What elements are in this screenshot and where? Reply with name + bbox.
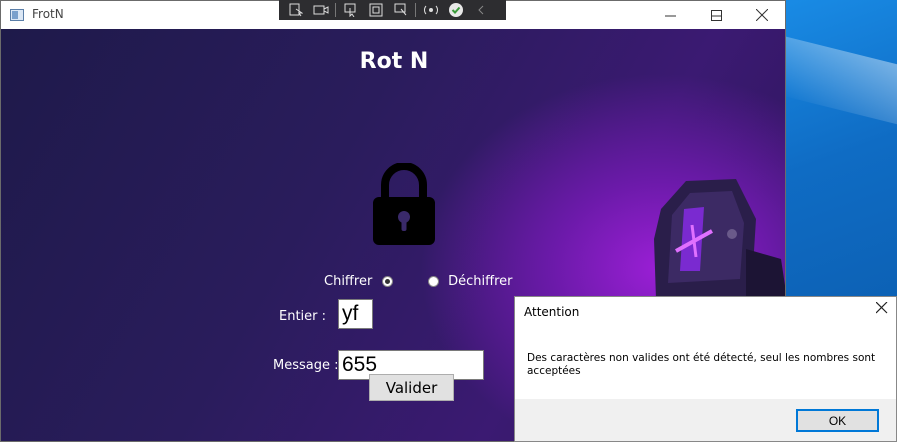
debug-toolbar	[279, 0, 506, 20]
message-label: Message :	[273, 358, 339, 373]
radio-decrypt-button[interactable]	[428, 276, 439, 287]
close-btn[interactable]	[739, 1, 785, 29]
pointer-icon[interactable]	[338, 0, 363, 20]
ok-button[interactable]: OK	[796, 409, 879, 432]
page-title: Rot N	[359, 49, 429, 74]
ninja-mascot-icon	[654, 179, 785, 299]
video-icon[interactable]	[308, 0, 333, 20]
minimize-icon	[664, 15, 676, 16]
check-circle-icon[interactable]	[443, 0, 468, 20]
hot-reload-icon[interactable]	[418, 0, 443, 20]
radio-encrypt-button[interactable]	[382, 276, 394, 287]
layout-adorner-icon[interactable]	[363, 0, 388, 20]
maximize-btn[interactable]	[693, 1, 739, 29]
dialog-message: Des caractères non valides ont été détec…	[527, 352, 876, 377]
toolbar-divider	[415, 3, 416, 17]
integer-input[interactable]: yf	[338, 299, 373, 329]
app-icon	[10, 9, 24, 21]
warning-dialog: Attention Des caractères non valides ont…	[514, 296, 897, 442]
dialog-title: Attention	[524, 305, 580, 319]
maximize-icon	[710, 9, 722, 21]
validate-button[interactable]: Valider	[369, 374, 454, 401]
radio-encrypt[interactable]: Chiffrer	[324, 274, 394, 289]
close-icon	[875, 301, 888, 314]
window-title: FrotN	[32, 7, 64, 21]
radio-decrypt[interactable]: Déchiffrer	[428, 274, 513, 289]
lock-icon	[373, 163, 435, 245]
radio-decrypt-label: Déchiffrer	[448, 274, 513, 289]
dialog-footer: OK	[515, 399, 896, 441]
close-icon	[756, 9, 768, 21]
dialog-close-button[interactable]	[875, 301, 888, 319]
integer-label: Entier :	[279, 309, 327, 324]
track-focus-icon[interactable]	[388, 0, 413, 20]
radio-encrypt-label: Chiffrer	[324, 274, 373, 289]
minimize-btn[interactable]	[647, 1, 693, 29]
toolbar-divider	[335, 3, 336, 17]
select-element-icon[interactable]	[283, 0, 308, 20]
collapse-chevron-icon[interactable]	[468, 0, 493, 20]
